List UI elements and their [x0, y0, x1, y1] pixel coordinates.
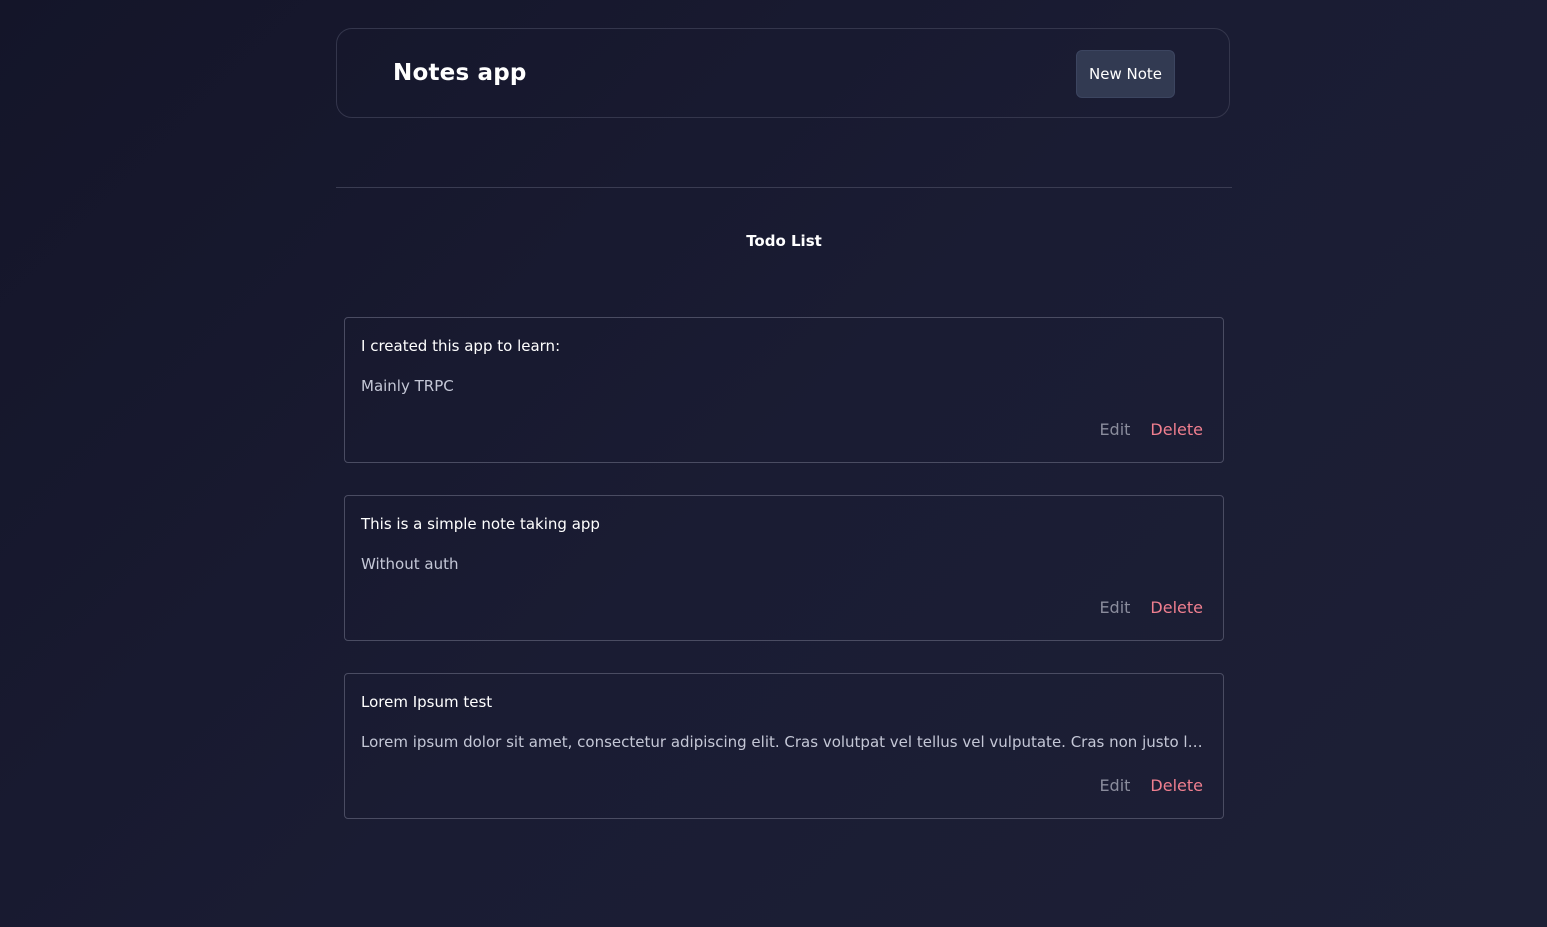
delete-button[interactable]: Delete [1150, 419, 1203, 441]
delete-button[interactable]: Delete [1150, 775, 1203, 797]
note-body: Without auth [361, 555, 459, 573]
delete-button[interactable]: Delete [1150, 597, 1203, 619]
edit-button[interactable]: Edit [1099, 775, 1130, 797]
edit-button[interactable]: Edit [1099, 597, 1130, 619]
note-title: This is a simple note taking app [361, 515, 600, 533]
note-card: This is a simple note taking app Without… [344, 495, 1224, 641]
app-title: Notes app [393, 60, 527, 86]
note-card: Lorem Ipsum test Lorem ipsum dolor sit a… [344, 673, 1224, 819]
note-actions: Edit Delete [1099, 775, 1203, 797]
note-body: Mainly TRPC [361, 377, 454, 395]
edit-button[interactable]: Edit [1099, 419, 1130, 441]
note-title: I created this app to learn: [361, 337, 561, 355]
section-title: Todo List [746, 232, 822, 250]
divider [336, 187, 1232, 188]
new-note-button[interactable]: New Note [1076, 50, 1175, 98]
note-actions: Edit Delete [1099, 597, 1203, 619]
note-card: I created this app to learn: Mainly TRPC… [344, 317, 1224, 463]
note-title: Lorem Ipsum test [361, 693, 493, 711]
note-actions: Edit Delete [1099, 419, 1203, 441]
note-body: Lorem ipsum dolor sit amet, consectetur … [361, 733, 1205, 751]
app-header: Notes app New Note [336, 28, 1230, 118]
